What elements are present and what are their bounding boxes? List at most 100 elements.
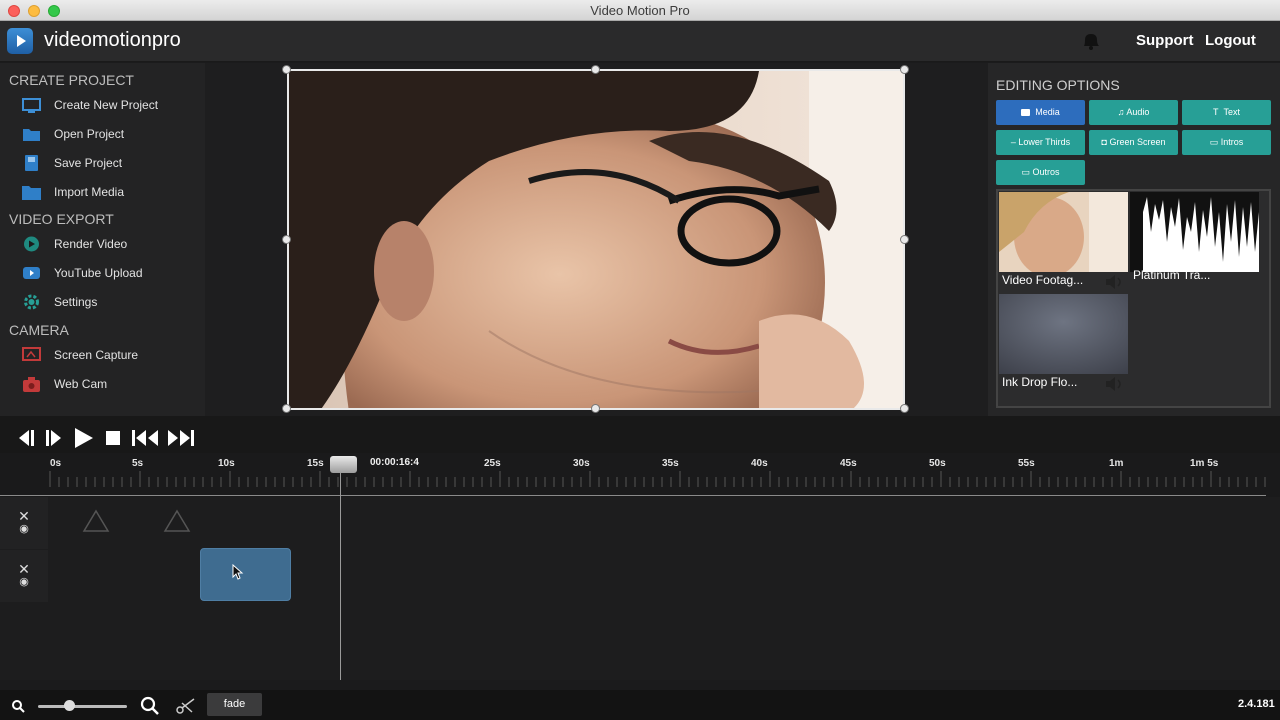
zoom-search-icon[interactable]	[11, 699, 25, 713]
app-header: videomotionpro Support Logout	[0, 21, 1280, 62]
media-item-ink-drop[interactable]: Ink Drop Flo...	[999, 294, 1128, 394]
thumbnail-image	[999, 294, 1128, 374]
sidebar-item-screen-capture[interactable]: Screen Capture	[22, 344, 202, 368]
section-camera: CAMERA	[9, 322, 69, 338]
zoom-slider-thumb[interactable]	[64, 700, 75, 711]
magnifier-icon[interactable]	[140, 696, 160, 716]
sidebar-item-label: Screen Capture	[54, 348, 139, 362]
stop-icon[interactable]	[104, 428, 122, 448]
step-back-icon[interactable]	[15, 428, 37, 448]
screen-capture-icon	[22, 347, 41, 361]
media-caption: Ink Drop Flo...	[1002, 375, 1078, 389]
playhead-timecode: 00:00:16:4	[370, 457, 419, 468]
sidebar-item-label: Open Project	[54, 127, 125, 141]
fade-button[interactable]: fade	[207, 693, 262, 716]
logout-link[interactable]: Logout	[1205, 32, 1256, 49]
ink-drop-thumbnail	[999, 294, 1128, 374]
option-outros-button[interactable]: ▭ Outros	[996, 160, 1085, 185]
timeline-ruler[interactable]	[0, 453, 1280, 497]
media-folder-icon	[1021, 109, 1031, 117]
option-audio-button[interactable]: ♫ Audio	[1089, 100, 1178, 125]
tick-label: 15s	[307, 458, 324, 469]
scissors-icon[interactable]	[176, 697, 196, 715]
resize-handle-left[interactable]	[282, 235, 291, 244]
tick-label: 45s	[840, 458, 857, 469]
brand-name: videomotionpro	[44, 29, 181, 51]
sidebar-item-import-media[interactable]: Import Media	[22, 181, 202, 205]
sidebar-item-render-video[interactable]: Render Video	[22, 233, 202, 257]
option-lower-thirds-button[interactable]: – Lower Thirds	[996, 130, 1085, 155]
play-icon[interactable]	[72, 428, 94, 448]
resize-handle-bottom[interactable]	[591, 404, 600, 413]
import-folder-icon	[22, 186, 41, 200]
folder-open-icon	[23, 129, 40, 141]
tick-label: 55s	[1018, 458, 1035, 469]
mouse-cursor-icon	[232, 564, 244, 580]
media-caption: Platinum Tra...	[1133, 268, 1211, 282]
save-icon	[25, 155, 38, 171]
sidebar-item-open-project[interactable]: Open Project	[22, 123, 202, 147]
window-title: Video Motion Pro	[590, 3, 690, 18]
tick-label: 5s	[132, 458, 144, 469]
ruler-baseline	[0, 495, 1266, 496]
play-logo-icon	[7, 28, 33, 54]
sidebar-item-web-cam[interactable]: Web Cam	[22, 373, 202, 397]
resize-handle-bottom-left[interactable]	[282, 404, 291, 413]
tick-label: 0s	[50, 458, 62, 469]
sidebar-item-label: Save Project	[54, 156, 123, 170]
resize-handle-right[interactable]	[900, 235, 909, 244]
zoom-slider[interactable]	[38, 705, 127, 708]
notification-bell-icon[interactable]	[1080, 30, 1102, 52]
sidebar-item-label: Settings	[54, 295, 98, 309]
resize-handle-bottom-right[interactable]	[900, 404, 909, 413]
remove-track-icon[interactable]: ✕	[17, 562, 31, 576]
transition-marker-icon[interactable]	[163, 509, 191, 533]
tick-label: 10s	[218, 458, 235, 469]
option-label: Media	[1035, 107, 1060, 117]
resize-handle-top[interactable]	[591, 65, 600, 74]
support-link[interactable]: Support	[1136, 32, 1194, 49]
sidebar-item-label: Import Media	[54, 185, 125, 199]
media-item-video-footage[interactable]: Video Footag...	[999, 192, 1128, 292]
text-t-icon: T	[1212, 107, 1224, 117]
gear-icon	[24, 294, 39, 310]
version-label: 2.4.181	[1238, 698, 1275, 710]
outros-icon: ▭	[1021, 167, 1033, 177]
speaker-icon	[1106, 275, 1121, 289]
track-1-controls: ✕ ◉	[0, 497, 48, 549]
option-green-screen-button[interactable]: ◘ Green Screen	[1089, 130, 1178, 155]
option-text-button[interactable]: T Text	[1182, 100, 1271, 125]
option-intros-button[interactable]: ▭ Intros	[1182, 130, 1271, 155]
fast-forward-icon[interactable]	[166, 428, 196, 448]
tick-label: 35s	[662, 458, 679, 469]
sidebar-item-label: Create New Project	[54, 98, 159, 112]
option-label: Text	[1223, 107, 1240, 117]
sidebar-item-youtube-upload[interactable]: YouTube Upload	[22, 262, 202, 286]
woman-thumbnail	[999, 192, 1128, 272]
option-media-button[interactable]: Media	[996, 100, 1085, 125]
visibility-eye-icon[interactable]: ◉	[17, 522, 31, 536]
thumbnail-image	[999, 192, 1128, 272]
window-titlebar: Video Motion Pro	[0, 0, 1280, 21]
sidebar-item-save-project[interactable]: Save Project	[22, 152, 202, 176]
resize-handle-top-right[interactable]	[900, 65, 909, 74]
transition-marker-icon[interactable]	[82, 509, 110, 533]
option-label: Intros	[1220, 137, 1244, 147]
resize-handle-top-left[interactable]	[282, 65, 291, 74]
remove-track-icon[interactable]: ✕	[17, 509, 31, 523]
webcam-icon	[23, 377, 40, 392]
step-forward-icon[interactable]	[43, 428, 65, 448]
playhead-handle[interactable]	[330, 456, 357, 473]
media-item-platinum-track[interactable]: Platinum Tra...	[1130, 192, 1259, 292]
timeline-tracks[interactable]	[0, 497, 1280, 680]
media-caption: Video Footag...	[1002, 273, 1084, 287]
rewind-icon[interactable]	[131, 428, 161, 448]
timeline-clip[interactable]	[200, 548, 291, 601]
thumbnail-image	[1130, 192, 1259, 272]
tick-label: 50s	[929, 458, 946, 469]
video-preview-frame[interactable]	[287, 69, 905, 410]
visibility-eye-icon[interactable]: ◉	[17, 575, 31, 589]
sidebar-item-settings[interactable]: Settings	[22, 291, 202, 315]
new-project-icon	[22, 98, 41, 113]
sidebar-item-create-new-project[interactable]: Create New Project	[22, 94, 202, 118]
